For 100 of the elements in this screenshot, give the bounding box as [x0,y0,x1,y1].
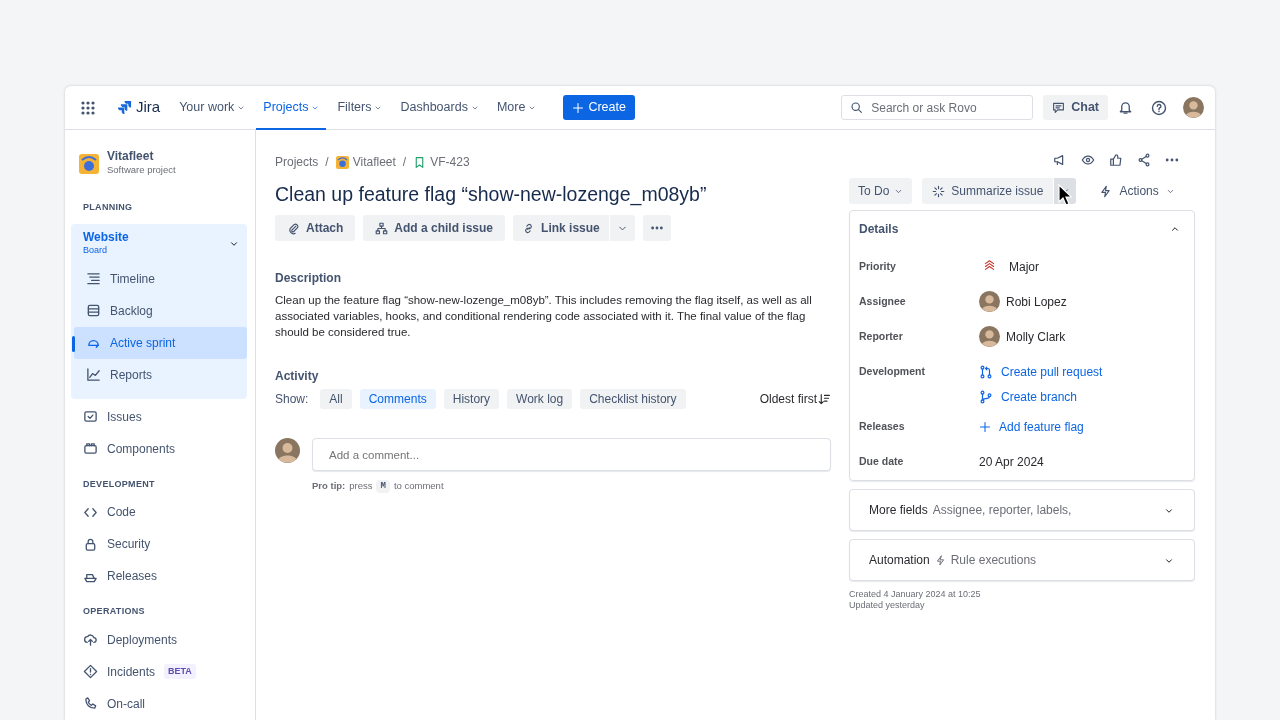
details-header[interactable]: Details [850,211,1194,247]
collapsible-section[interactable]: More fields Assignee, reporter, labels, [849,489,1195,531]
nav-menu[interactable]: Filters [330,86,390,130]
created-text: Created 4 January 2024 at 10:25 [849,589,982,600]
logo-icon [117,100,132,115]
status-dropdown[interactable]: To Do [849,178,913,204]
bolt-icon [934,554,946,566]
field-label: Releases [859,418,906,434]
sidebar-item[interactable]: Active sprint [74,326,247,359]
checkbox-icon [83,409,98,425]
link-button[interactable]: Add feature flag [979,417,1084,436]
project-icon [335,155,349,169]
sidebar-item[interactable]: Timeline [74,262,247,295]
warning-diamond-icon [83,664,98,680]
lightning-icon [1099,184,1113,198]
sidebar-item[interactable]: Security [71,528,247,561]
components-icon [83,441,98,457]
filter-button[interactable]: Comments [359,389,436,410]
tip-text: press [349,479,373,494]
chevron-up-icon [1170,224,1180,234]
avatar [275,438,300,464]
show-label: Show: [275,391,309,409]
thumbs-up-icon[interactable] [1109,153,1123,167]
field-value: Robi Lopez [1006,293,1067,311]
nav-menu[interactable]: More [489,86,544,130]
plus-icon [979,420,991,433]
project-name: Vitafleet [107,150,155,164]
filter-button[interactable]: Work log [507,389,573,410]
section-heading: Activity [275,368,320,384]
link-button[interactable]: Create branch [979,387,1078,406]
plus-icon [572,101,585,114]
field-label: Due date [859,453,905,469]
sidebar-item[interactable]: Deployments [71,623,247,656]
avatar [979,291,1000,312]
sidebar-item[interactable]: Issues [71,400,247,433]
field-value: Molly Clark [1006,328,1066,346]
comment-field[interactable]: Add a comment... [312,438,831,472]
section-heading: OPERATIONS [82,605,146,619]
field-value: 20 Apr 2024 [979,453,1044,471]
sort-icon [818,392,831,406]
sidebar-item[interactable]: Backlog [74,294,247,327]
breadcrumb-separator: / [402,154,407,171]
hierarchy-icon [375,221,389,235]
avatar [979,326,1000,347]
nav-menu[interactable]: Dashboards [393,86,486,130]
nav-menu[interactable]: Projects [256,86,327,130]
keyboard-key: M [376,479,390,494]
sort-button[interactable]: Oldest first [759,390,831,409]
filter-button[interactable]: All [320,389,352,410]
share-icon[interactable] [1137,153,1151,167]
logo-text: Jira [136,97,161,118]
actions-button[interactable]: Actions [1090,178,1184,204]
sidebar-item[interactable]: On-call [71,687,247,720]
chart-icon [86,367,101,383]
create-button[interactable]: Create [563,95,635,120]
watch-icon[interactable] [1081,153,1095,167]
sidebar-item[interactable]: Code [71,496,247,529]
sidebar-item[interactable]: Incidents BETA [71,655,247,688]
chat-icon [1052,101,1066,114]
action-button[interactable]: Add a child issue [363,215,506,242]
mouse-pointer-icon [1058,184,1073,206]
section-heading: Description [275,271,342,286]
phone-icon [83,696,98,712]
filter-button[interactable]: Checklist history [580,389,686,410]
sidebar-item[interactable]: Components [71,432,247,465]
field-label: Assignee [859,293,907,309]
sidebar-item[interactable]: Reports [74,358,247,391]
sidebar-item[interactable]: Releases [71,560,247,593]
field-label: Reporter [859,328,904,344]
tip-text: to comment [393,479,444,494]
search-icon [850,101,864,114]
breadcrumb-link[interactable]: Vitafleet [352,153,396,171]
section-heading: PLANNING [82,201,134,215]
collapsible-section[interactable]: Automation Rule executions [849,539,1195,581]
project-icon [79,153,99,174]
sparkle-icon [932,184,946,198]
breadcrumb-separator: / [325,154,329,171]
section-heading: DEVELOPMENT [82,477,156,491]
field-label: Priority [859,258,897,274]
breadcrumb-link[interactable]: VF-423 [430,153,470,171]
tip-label: Pro tip: [312,479,346,494]
breadcrumb-link[interactable]: Projects [275,153,319,171]
nav-menu[interactable]: Your work [172,86,253,130]
beta-label: BETA [164,663,196,680]
filter-button[interactable]: History [443,389,500,410]
priority-major-icon [983,260,996,273]
action-button[interactable]: Attach [275,215,356,242]
paperclip-icon [287,221,300,235]
link-button[interactable]: Create pull request [979,362,1103,381]
summarize-button[interactable]: Summarize issue [922,178,1054,204]
board-toggle[interactable]: Website Board [71,229,247,259]
lock-icon [83,536,98,552]
search-box[interactable]: Search or ask Rovo [841,95,1034,120]
chat-button[interactable]: Chat [1043,95,1108,120]
pull-request-icon [979,364,993,379]
link-issue-button[interactable]: Link issue [513,215,609,242]
timeline-icon [86,271,101,287]
more-button[interactable] [642,215,671,242]
updated-text: Updated yesterday [849,600,926,611]
field-value: Major [1009,258,1039,276]
